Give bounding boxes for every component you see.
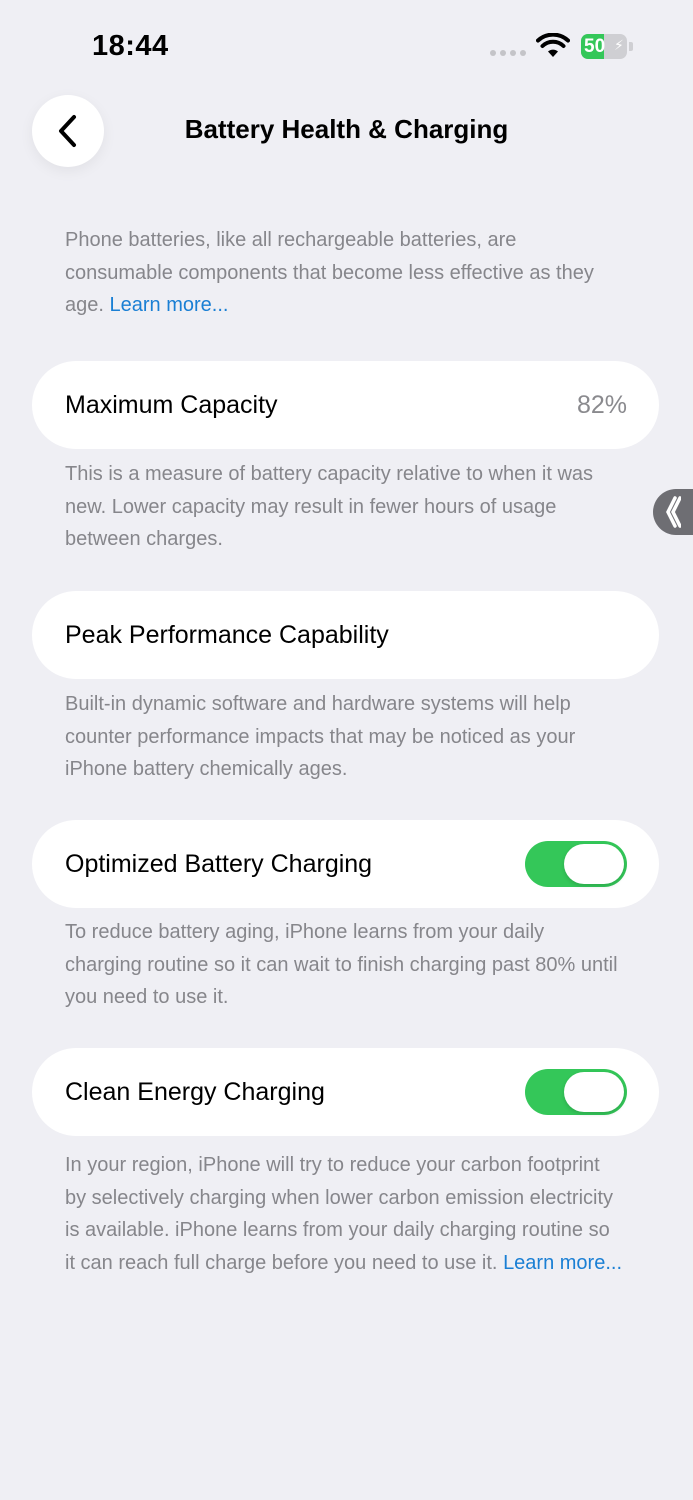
peak-performance-label: Peak Performance Capability [65,620,389,649]
intro-description: Phone batteries, like all rechargeable b… [65,224,625,322]
cellular-signal-icon [490,50,526,56]
maximum-capacity-row: Maximum Capacity 82% [32,361,659,449]
clean-energy-toggle[interactable] [525,1069,627,1115]
page-title: Battery Health & Charging [184,114,509,144]
maximum-capacity-description: This is a measure of battery capacity re… [65,463,594,550]
battery-level: 50 [584,36,606,57]
wifi-icon [536,33,570,57]
maximum-capacity-value: 82% [576,390,627,419]
status-time: 18:44 [92,30,169,62]
learn-more-link[interactable]: Learn more... [110,294,229,316]
double-chevron-left-icon [666,496,681,528]
clean-energy-description: In your region, iPhone will try to reduc… [65,1149,625,1279]
status-bar: 18:44 50 ⚡ [0,0,693,90]
optimized-charging-label: Optimized Battery Charging [65,849,373,878]
bolt-icon: ⚡ [614,37,624,53]
battery-charging-icon: 50 ⚡ [581,34,633,59]
side-panel-handle[interactable] [653,489,693,535]
optimized-charging-description: To reduce battery aging, iPhone learns f… [65,921,618,1008]
clean-energy-row: Clean Energy Charging [32,1048,659,1136]
peak-performance-row[interactable]: Peak Performance Capability [32,591,659,679]
optimized-charging-row: Optimized Battery Charging [32,820,659,908]
maximum-capacity-label: Maximum Capacity [65,390,278,419]
optimized-charging-toggle[interactable] [525,841,627,887]
peak-performance-description: Built-in dynamic software and hardware s… [65,693,576,780]
clean-energy-learn-more-link[interactable]: Learn more... [503,1252,622,1274]
clean-energy-label: Clean Energy Charging [65,1077,325,1106]
